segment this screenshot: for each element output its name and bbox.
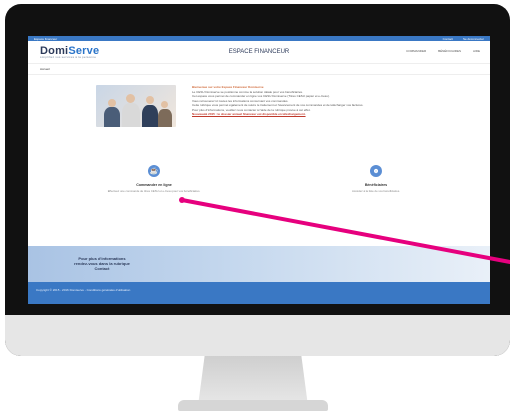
site-header: DomiServe simplifiez vos services à la p… <box>28 41 490 64</box>
main-nav: COMMANDER BÉNÉFICIAIRES AIDE <box>406 49 480 53</box>
nav-aide[interactable]: AIDE <box>473 49 480 53</box>
card-desc: Accédez à la liste de vos bénéficiaires. <box>351 189 401 193</box>
nav-commander[interactable]: COMMANDER <box>406 49 426 53</box>
team-photo <box>96 85 176 127</box>
card-beneficiaires[interactable]: ☻ Bénéficiaires Accédez à la liste de vo… <box>326 165 426 194</box>
nav-beneficiaires[interactable]: BÉNÉFICIAIRES <box>438 49 461 53</box>
action-cards: ☕ Commander en ligne Effectuez une comma… <box>28 137 490 225</box>
intro-warning-link[interactable]: Nouveauté 2015 : le dossier annuel finan… <box>192 112 416 117</box>
card-commander-en-ligne[interactable]: ☕ Commander en ligne Effectuez une comma… <box>104 165 204 194</box>
card-desc: Effectuez une commande de titres CESU et… <box>107 189 201 193</box>
contact-link[interactable]: Contact <box>443 37 453 41</box>
footer-text[interactable]: Copyright © 2015 - 2016 Domiserve - Cond… <box>36 288 130 292</box>
cart-icon: ☕ <box>148 165 160 177</box>
monitor-chin <box>5 315 510 356</box>
topbar-label: Espace financeur <box>34 36 58 41</box>
logo-tagline: simplifiez vos services à la personne <box>40 55 97 59</box>
logout-link[interactable]: Se déconnecter <box>463 37 484 41</box>
intro-text: Bienvenue sur votre Espace Financeur Dom… <box>192 85 416 137</box>
card-title: Bénéficiaires <box>364 183 388 187</box>
monitor-frame: Espace financeur Contact Se déconnecter … <box>5 4 510 356</box>
users-icon: ☻ <box>370 165 382 177</box>
card-title: Commander en ligne <box>136 183 172 187</box>
monitor-stand-neck <box>198 356 308 406</box>
contact-banner: Pour plus d'informations rendez-vous dan… <box>28 246 490 282</box>
banner-message[interactable]: Pour plus d'informations rendez-vous dan… <box>72 256 132 271</box>
screen: Espace financeur Contact Se déconnecter … <box>28 36 490 304</box>
intro-section: Bienvenue sur votre Espace Financeur Dom… <box>28 75 490 137</box>
site-footer: Copyright © 2015 - 2016 Domiserve - Cond… <box>28 282 490 304</box>
monitor-stand-base <box>178 400 328 411</box>
breadcrumb[interactable]: Accueil <box>28 64 490 75</box>
